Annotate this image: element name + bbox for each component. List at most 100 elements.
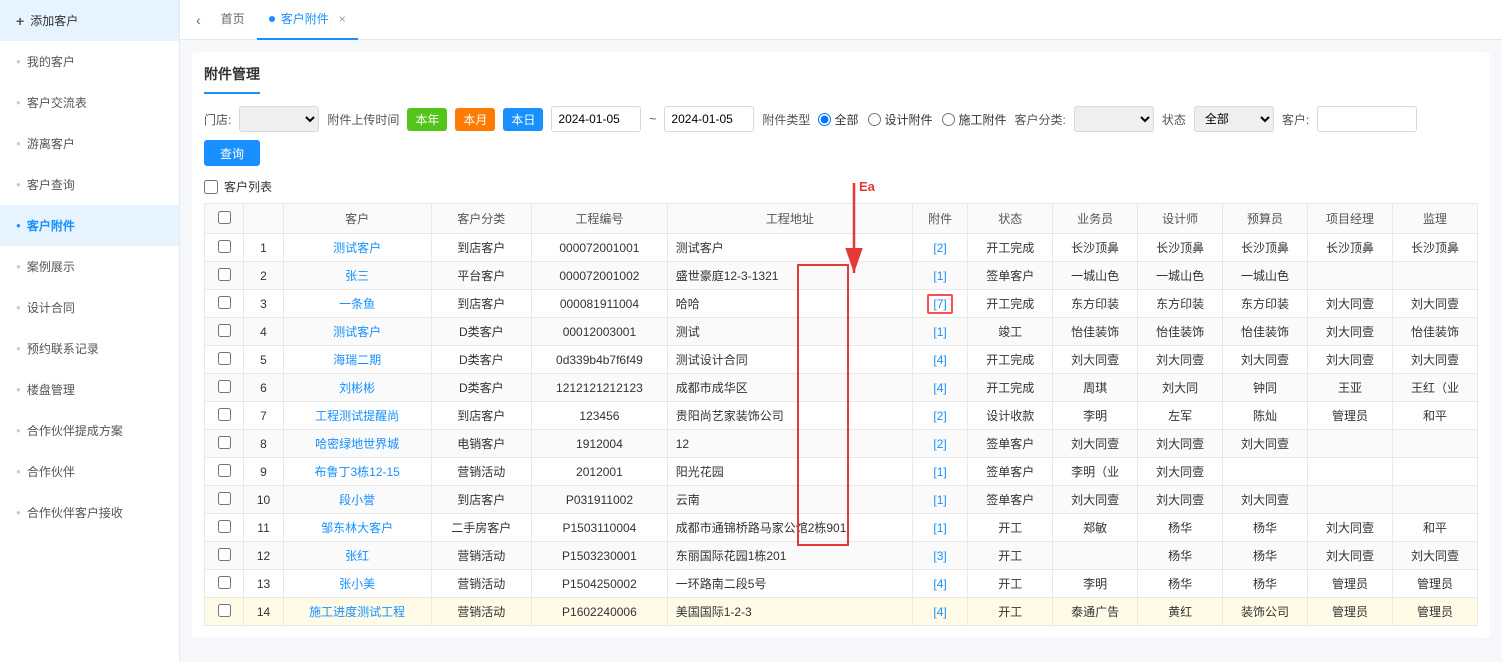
select-all-checkbox[interactable] <box>204 180 218 194</box>
row-status: 签单客户 <box>968 262 1053 290</box>
customer-link[interactable]: 张三 <box>345 269 369 283</box>
row-category: 营销活动 <box>431 458 532 486</box>
store-select[interactable] <box>239 106 319 132</box>
customer-link[interactable]: 段小誉 <box>339 493 375 507</box>
btn-year[interactable]: 本年 <box>407 108 447 131</box>
back-button[interactable]: ‹ <box>188 12 209 28</box>
row-address: 哈哈 <box>667 290 912 318</box>
row-no: 6 <box>244 374 284 402</box>
sidebar-item-customer-exchange[interactable]: 客户交流表 <box>0 82 179 123</box>
row-designer: 怡佳装饰 <box>1138 318 1223 346</box>
row-status: 开工 <box>968 514 1053 542</box>
sidebar-item-partner[interactable]: 合作伙伴 <box>0 451 179 492</box>
tab-close-icon[interactable]: × <box>339 12 346 26</box>
row-attach: [4] <box>912 598 967 626</box>
row-no: 4 <box>244 318 284 346</box>
row-address: 测试设计合同 <box>667 346 912 374</box>
row-checkbox-cell <box>205 234 244 262</box>
sidebar-item-my-customer[interactable]: 我的客户 <box>0 41 179 82</box>
row-customer: 哈密绿地世界城 <box>283 430 431 458</box>
row-address: 盛世豪庭12-3-1321 <box>667 262 912 290</box>
customer-input[interactable] <box>1317 106 1417 132</box>
customer-link[interactable]: 刘彬彬 <box>339 381 375 395</box>
date-to-input[interactable] <box>664 106 754 132</box>
customer-link[interactable]: 邹东林大客户 <box>321 521 393 535</box>
row-checkbox[interactable] <box>218 352 231 365</box>
row-no: 7 <box>244 402 284 430</box>
customer-link[interactable]: 哈密绿地世界城 <box>315 437 399 451</box>
btn-day[interactable]: 本日 <box>503 108 543 131</box>
row-status: 开工完成 <box>968 346 1053 374</box>
row-salesman: 刘大同壹 <box>1053 346 1138 374</box>
sidebar-item-customer-attachment[interactable]: 客户附件 <box>0 205 179 246</box>
row-project-no: P1602240006 <box>532 598 668 626</box>
sidebar-item-customer-query[interactable]: 客户查询 <box>0 164 179 205</box>
row-address: 测试 <box>667 318 912 346</box>
header-checkbox[interactable] <box>218 211 231 224</box>
date-from-input[interactable] <box>551 106 641 132</box>
customer-link[interactable]: 施工进度测试工程 <box>309 605 405 619</box>
customer-link[interactable]: 一条鱼 <box>339 297 375 311</box>
row-salesman: 李明（业 <box>1053 458 1138 486</box>
customer-link[interactable]: 张红 <box>345 549 369 563</box>
row-checkbox[interactable] <box>218 520 231 533</box>
row-checkbox[interactable] <box>218 436 231 449</box>
row-designer: 东方印装 <box>1138 290 1223 318</box>
row-supervisor: 和平 <box>1392 402 1477 430</box>
row-checkbox[interactable] <box>218 548 231 561</box>
row-customer: 布鲁丁3栋12-15 <box>283 458 431 486</box>
btn-month[interactable]: 本月 <box>455 108 495 131</box>
customer-link[interactable]: 海瑞二期 <box>333 353 381 367</box>
row-checkbox[interactable] <box>218 240 231 253</box>
row-checkbox[interactable] <box>218 604 231 617</box>
radio-all[interactable]: 全部 <box>818 111 858 128</box>
sidebar-item-wandering-customer[interactable]: 游离客户 <box>0 123 179 164</box>
row-category: 到店客户 <box>431 486 532 514</box>
table-row: 7 工程测试提醒尚 到店客户 123456 贵阳尚艺家装饰公司 [2] 设计收款… <box>205 402 1478 430</box>
tab-customer-attachment[interactable]: 客户附件 × <box>257 0 358 40</box>
sidebar-item-partner-proposal[interactable]: 合作伙伴提成方案 <box>0 410 179 451</box>
row-checkbox[interactable] <box>218 464 231 477</box>
row-checkbox[interactable] <box>218 380 231 393</box>
customer-link[interactable]: 张小美 <box>339 577 375 591</box>
sidebar-item-case-show[interactable]: 案例展示 <box>0 246 179 287</box>
customer-link[interactable]: 测试客户 <box>333 241 381 255</box>
row-pm: 刘大同壹 <box>1308 514 1393 542</box>
row-checkbox[interactable] <box>218 408 231 421</box>
row-checkbox[interactable] <box>218 296 231 309</box>
row-no: 1 <box>244 234 284 262</box>
row-project-no: 000081911004 <box>532 290 668 318</box>
customer-category-select[interactable] <box>1074 106 1154 132</box>
status-select[interactable]: 全部 <box>1194 106 1274 132</box>
row-pm <box>1308 486 1393 514</box>
tab-home[interactable]: 首页 <box>209 0 257 40</box>
customer-link[interactable]: 测试客户 <box>333 325 381 339</box>
row-customer: 段小誉 <box>283 486 431 514</box>
row-estimator: 东方印装 <box>1223 290 1308 318</box>
radio-construction[interactable]: 施工附件 <box>942 111 1006 128</box>
row-designer: 刘大同壹 <box>1138 486 1223 514</box>
row-category: 到店客户 <box>431 402 532 430</box>
sidebar-item-partner-customer[interactable]: 合作伙伴客户接收 <box>0 492 179 533</box>
radio-design[interactable]: 设计附件 <box>868 111 932 128</box>
row-estimator: 一城山色 <box>1223 262 1308 290</box>
row-customer: 邹东林大客户 <box>283 514 431 542</box>
sidebar-item-appointment-record[interactable]: 预约联系记录 <box>0 328 179 369</box>
sidebar-item-design-contract[interactable]: 设计合同 <box>0 287 179 328</box>
sidebar-item-add-customer[interactable]: 添加客户 <box>0 0 179 41</box>
status-label: 状态 <box>1162 111 1186 128</box>
customer-link[interactable]: 工程测试提醒尚 <box>315 409 399 423</box>
sidebar-item-building-management[interactable]: 楼盘管理 <box>0 369 179 410</box>
row-estimator: 刘大同壹 <box>1223 486 1308 514</box>
row-checkbox[interactable] <box>218 324 231 337</box>
customer-link[interactable]: 布鲁丁3栋12-15 <box>314 465 399 479</box>
row-supervisor: 怡佳装饰 <box>1392 318 1477 346</box>
query-button[interactable]: 查询 <box>204 140 260 166</box>
row-checkbox[interactable] <box>218 492 231 505</box>
row-supervisor: 管理员 <box>1392 598 1477 626</box>
row-checkbox[interactable] <box>218 576 231 589</box>
row-category: 到店客户 <box>431 290 532 318</box>
row-customer: 施工进度测试工程 <box>283 598 431 626</box>
row-salesman: 长沙顶鼻 <box>1053 234 1138 262</box>
row-checkbox[interactable] <box>218 268 231 281</box>
